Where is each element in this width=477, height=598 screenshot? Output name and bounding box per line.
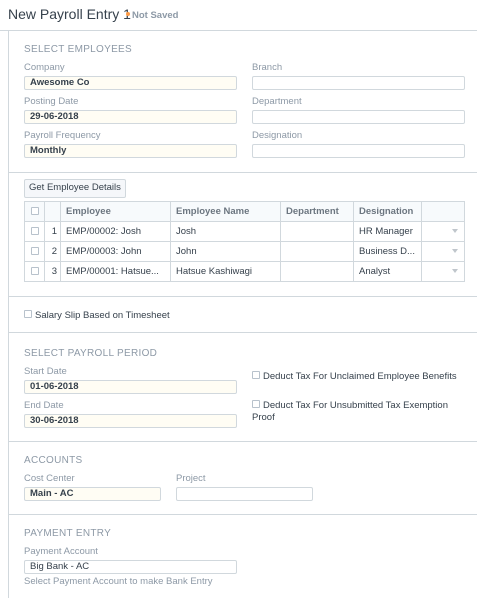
cell-employee[interactable]: EMP/00002: Josh: [60, 221, 171, 242]
cell-employee-name[interactable]: John: [170, 241, 281, 262]
chevron-down-icon[interactable]: [452, 249, 458, 254]
cell-employee-name[interactable]: Josh: [170, 221, 281, 242]
section-heading-accounts: ACCOUNTS: [24, 455, 83, 466]
column-header-employee: Employee: [60, 201, 171, 222]
section-divider: [8, 514, 477, 515]
column-header-department: Department: [280, 201, 354, 222]
payroll-frequency-label: Payroll Frequency: [24, 130, 101, 141]
cell-employee[interactable]: EMP/00003: John: [60, 241, 171, 262]
branch-label: Branch: [252, 62, 283, 73]
row-checkbox[interactable]: [30, 247, 39, 256]
payment-account-field[interactable]: Big Bank - AC: [24, 560, 237, 574]
page-title: New Payroll Entry 1: [8, 6, 131, 22]
section-heading-payroll-period: SELECT PAYROLL PERIOD: [24, 348, 158, 359]
row-menu-cell[interactable]: [421, 221, 465, 242]
deduct-unsubmitted-checkbox[interactable]: [252, 400, 260, 409]
timesheet-checkbox-row[interactable]: Salary Slip Based on Timesheet: [24, 310, 170, 322]
deduct-unclaimed-row[interactable]: Deduct Tax For Unclaimed Employee Benefi…: [252, 371, 467, 383]
table-header-row: Employee Employee Name Department Design…: [24, 201, 465, 222]
department-field[interactable]: [252, 110, 465, 124]
cell-department[interactable]: [280, 261, 354, 282]
start-date-label: Start Date: [24, 366, 67, 377]
deduct-unsubmitted-label: Deduct Tax For Unsubmitted Tax Exemption…: [252, 400, 448, 423]
row-index: 1: [44, 221, 61, 242]
column-header-designation: Designation: [353, 201, 422, 222]
row-checkbox-cell[interactable]: [24, 241, 45, 262]
row-checkbox[interactable]: [30, 227, 39, 236]
project-label: Project: [176, 473, 206, 484]
payment-account-help-text: Select Payment Account to make Bank Entr…: [24, 576, 213, 587]
column-header-employee-name: Employee Name: [170, 201, 281, 222]
cell-department[interactable]: [280, 221, 354, 242]
row-checkbox[interactable]: [30, 267, 39, 276]
end-date-field[interactable]: 30-06-2018: [24, 414, 237, 428]
status-indicator: Not Saved: [126, 10, 178, 21]
row-index: 3: [44, 261, 61, 282]
timesheet-checkbox[interactable]: [24, 310, 32, 319]
status-dot-icon: [126, 12, 130, 17]
payroll-frequency-select[interactable]: Monthly: [24, 144, 237, 158]
cell-designation[interactable]: Business D...: [353, 241, 422, 262]
project-field[interactable]: [176, 487, 313, 501]
section-divider: [8, 172, 477, 173]
cell-employee-name[interactable]: Hatsue Kashiwagi: [170, 261, 281, 282]
end-date-label: End Date: [24, 400, 64, 411]
payment-account-label: Payment Account: [24, 546, 98, 557]
section-heading-select-employees: SELECT EMPLOYEES: [24, 44, 132, 55]
cell-employee[interactable]: EMP/00001: Hatsue...: [60, 261, 171, 282]
department-label: Department: [252, 96, 302, 107]
posting-date-field[interactable]: 29-06-2018: [24, 110, 237, 124]
row-index: 2: [44, 241, 61, 262]
table-row[interactable]: 1 EMP/00002: Josh Josh HR Manager: [24, 221, 465, 242]
section-divider: [8, 332, 477, 333]
cell-department[interactable]: [280, 241, 354, 262]
designation-label: Designation: [252, 130, 303, 141]
section-divider: [8, 441, 477, 442]
row-menu-cell[interactable]: [421, 261, 465, 282]
table-row[interactable]: 2 EMP/00003: John John Business D...: [24, 241, 465, 262]
status-text: Not Saved: [132, 10, 179, 21]
posting-date-label: Posting Date: [24, 96, 79, 107]
deduct-unsubmitted-row[interactable]: Deduct Tax For Unsubmitted Tax Exemption…: [252, 400, 467, 424]
header-divider: [0, 30, 477, 31]
get-employee-details-button[interactable]: Get Employee Details: [24, 179, 126, 198]
company-label: Company: [24, 62, 65, 73]
cost-center-field[interactable]: Main - AC: [24, 487, 161, 501]
deduct-unclaimed-checkbox[interactable]: [252, 371, 260, 380]
form-left-border: [8, 30, 9, 598]
cell-designation[interactable]: HR Manager: [353, 221, 422, 242]
branch-field[interactable]: [252, 76, 465, 90]
table-row[interactable]: 3 EMP/00001: Hatsue... Hatsue Kashiwagi …: [24, 261, 465, 282]
row-checkbox-cell[interactable]: [24, 261, 45, 282]
chevron-down-icon[interactable]: [452, 229, 458, 234]
designation-field[interactable]: [252, 144, 465, 158]
company-field[interactable]: Awesome Co: [24, 76, 237, 90]
timesheet-label: Salary Slip Based on Timesheet: [35, 310, 170, 321]
deduct-unclaimed-label: Deduct Tax For Unclaimed Employee Benefi…: [263, 371, 457, 382]
column-header-actions: [421, 201, 465, 222]
select-all-checkbox[interactable]: [30, 207, 39, 216]
chevron-down-icon[interactable]: [452, 269, 458, 274]
row-number-header: [44, 201, 61, 222]
section-heading-payment-entry: PAYMENT ENTRY: [24, 528, 112, 539]
section-divider: [8, 296, 477, 297]
cell-designation[interactable]: Analyst: [353, 261, 422, 282]
row-checkbox-cell[interactable]: [24, 221, 45, 242]
select-all-cell[interactable]: [24, 201, 45, 222]
start-date-field[interactable]: 01-06-2018: [24, 380, 237, 394]
cost-center-label: Cost Center: [24, 473, 75, 484]
row-menu-cell[interactable]: [421, 241, 465, 262]
employees-table: Employee Employee Name Department Design…: [24, 201, 465, 282]
